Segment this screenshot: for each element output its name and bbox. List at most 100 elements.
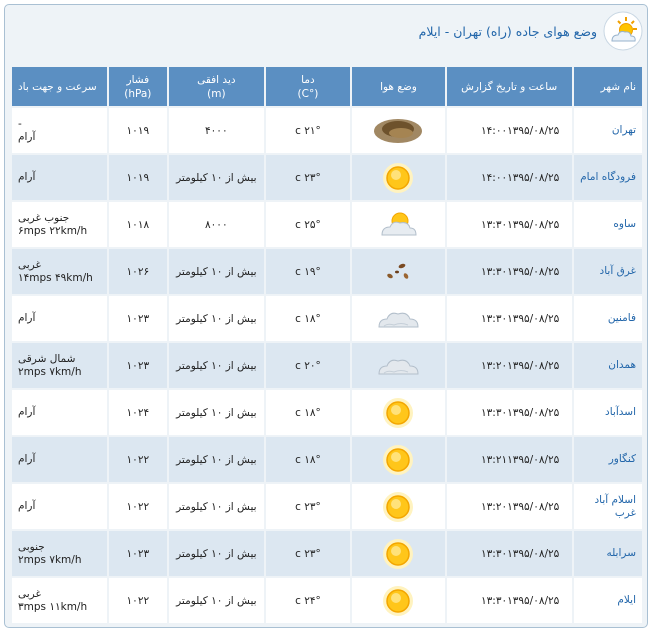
wind-speed: آرام xyxy=(18,500,36,512)
pressure: ۱۰۲۲ xyxy=(108,437,168,482)
report-date: ۱۳۹۵/۰۸/۲۵ xyxy=(507,171,560,184)
wind-info: آرام xyxy=(12,155,107,200)
page-title: وضع هوای جاده (راه) تهران - ایلام xyxy=(418,23,597,39)
weather-condition xyxy=(352,531,445,576)
city-link[interactable]: سرابله xyxy=(573,531,642,576)
visibility: بیش از ۱۰ کیلومتر xyxy=(169,155,264,200)
report-time: ۱۳:۲۰ xyxy=(481,500,508,513)
report-date: ۱۳۹۵/۰۸/۲۵ xyxy=(507,265,560,278)
pressure: ۱۰۱۹ xyxy=(108,155,168,200)
weather-condition xyxy=(352,578,445,623)
sun-icon xyxy=(355,393,442,433)
temperature: ۲۱° c xyxy=(265,108,351,153)
weather-condition xyxy=(352,249,445,294)
wind-speed: آرام xyxy=(18,406,36,418)
weather-condition xyxy=(352,484,445,529)
temperature: ۲۳° c xyxy=(265,484,351,529)
report-time: ۱۳:۲۱ xyxy=(481,453,508,466)
temperature: ۱۸° c xyxy=(265,296,351,341)
table-row: اسلام آباد غرب ۱۳:۲۰۱۳۹۵/۰۸/۲۵ ۲۳° c بیش… xyxy=(12,484,642,529)
column-header-visibility: دید افقی (m) xyxy=(169,67,264,106)
report-time: ۱۳:۳۰ xyxy=(481,312,508,325)
table-header-row: نام شهر ساعت و تاریخ گزارش وضع هوا دما (… xyxy=(12,67,642,106)
city-link[interactable]: کنگاور xyxy=(573,437,642,482)
city-link[interactable]: غرق آباد xyxy=(573,249,642,294)
table-row: ایلام ۱۳:۳۰۱۳۹۵/۰۸/۲۵ ۲۴° c بیش از ۱۰ کی… xyxy=(12,578,642,623)
report-date: ۱۳۹۵/۰۸/۲۵ xyxy=(507,594,560,607)
temperature: ۲۰° c xyxy=(265,343,351,388)
table-row: سرابله ۱۳:۳۰۱۳۹۵/۰۸/۲۵ ۲۳° c بیش از ۱۰ ک… xyxy=(12,531,642,576)
temperature: ۲۳° c xyxy=(265,531,351,576)
wind-speed: ۲mps ۷km/h xyxy=(18,553,82,566)
sun-cloud-icon xyxy=(603,11,643,51)
report-datetime: ۱۳:۳۰۱۳۹۵/۰۸/۲۵ xyxy=(446,390,572,435)
pressure: ۱۰۲۳ xyxy=(108,296,168,341)
report-time: ۱۳:۲۰ xyxy=(481,359,508,372)
column-header-pressure: فشار (hPa) xyxy=(108,67,168,106)
city-link[interactable]: ساوه xyxy=(573,202,642,247)
sun-icon xyxy=(355,534,442,574)
pressure: ۱۰۲۴ xyxy=(108,390,168,435)
table-row: ساوه ۱۳:۳۰۱۳۹۵/۰۸/۲۵ ۲۵° c ۸۰۰۰ ۱۰۱۸ جنو… xyxy=(12,202,642,247)
wind-direction: جنوبی xyxy=(18,540,45,553)
partly-cloudy-icon xyxy=(355,205,442,245)
temperature: ۱۸° c xyxy=(265,437,351,482)
report-date: ۱۳۹۵/۰۸/۲۵ xyxy=(507,312,560,325)
column-header-city: نام شهر xyxy=(573,67,642,106)
cloud-icon xyxy=(355,299,442,339)
pressure: ۱۰۲۳ xyxy=(108,531,168,576)
weather-condition xyxy=(352,296,445,341)
table-row: اسدآباد ۱۳:۳۰۱۳۹۵/۰۸/۲۵ ۱۸° c بیش از ۱۰ … xyxy=(12,390,642,435)
wind-info: آرام xyxy=(12,437,107,482)
table-row: غرق آباد ۱۳:۳۰۱۳۹۵/۰۸/۲۵ ۱۹° c بیش از ۱۰… xyxy=(12,249,642,294)
pressure: ۱۰۲۳ xyxy=(108,343,168,388)
report-time: ۱۳:۳۰ xyxy=(481,547,508,560)
column-header-temperature: دما (°C) xyxy=(265,67,351,106)
wind-direction: شمال شرقی xyxy=(18,352,76,365)
report-date: ۱۳۹۵/۰۸/۲۵ xyxy=(507,500,560,513)
city-link[interactable]: اسلام آباد غرب xyxy=(573,484,642,529)
report-date: ۱۳۹۵/۰۸/۲۵ xyxy=(507,218,560,231)
report-time: ۱۳:۳۰ xyxy=(481,406,508,419)
wind-direction: جنوب غربی xyxy=(18,211,70,224)
temperature: ۲۵° c xyxy=(265,202,351,247)
city-link[interactable]: اسدآباد xyxy=(573,390,642,435)
city-link[interactable]: تهران xyxy=(573,108,642,153)
report-date: ۱۳۹۵/۰۸/۲۵ xyxy=(507,406,560,419)
wind-info: - آرام xyxy=(12,108,107,153)
table-row: فرودگاه امام ۱۴:۰۰۱۳۹۵/۰۸/۲۵ ۲۳° c بیش ا… xyxy=(12,155,642,200)
leaves-icon xyxy=(355,252,442,292)
city-link[interactable]: فرودگاه امام xyxy=(573,155,642,200)
visibility: ۸۰۰۰ xyxy=(169,202,264,247)
report-datetime: ۱۳:۳۰۱۳۹۵/۰۸/۲۵ xyxy=(446,202,572,247)
pressure: ۱۰۲۲ xyxy=(108,484,168,529)
weather-condition xyxy=(352,437,445,482)
wind-info: آرام xyxy=(12,484,107,529)
wind-info: آرام xyxy=(12,296,107,341)
sun-icon xyxy=(355,581,442,621)
weather-table: نام شهر ساعت و تاریخ گزارش وضع هوا دما (… xyxy=(10,65,644,625)
report-date: ۱۳۹۵/۰۸/۲۵ xyxy=(507,547,560,560)
wind-info: غربی ۳mps ۱۱km/h xyxy=(12,578,107,623)
weather-panel: وضع هوای جاده (راه) تهران - ایلام نام شه… xyxy=(4,4,648,628)
wind-info: جنوب غربی ۶mps ۲۲km/h xyxy=(12,202,107,247)
wind-info: آرام xyxy=(12,390,107,435)
table-row: همدان ۱۳:۲۰۱۳۹۵/۰۸/۲۵ ۲۰° c بیش از ۱۰ کی… xyxy=(12,343,642,388)
visibility: بیش از ۱۰ کیلومتر xyxy=(169,437,264,482)
panel-header: وضع هوای جاده (راه) تهران - ایلام xyxy=(5,5,647,57)
report-date: ۱۳۹۵/۰۸/۲۵ xyxy=(507,453,560,466)
report-time: ۱۳:۳۰ xyxy=(481,265,508,278)
visibility: ۴۰۰۰ xyxy=(169,108,264,153)
table-body: تهران ۱۴:۰۰۱۳۹۵/۰۸/۲۵ ۲۱° c ۴۰۰۰ ۱۰۱۹ -آ… xyxy=(12,108,642,623)
report-time: ۱۴:۰۰ xyxy=(481,171,508,184)
city-link[interactable]: ایلام xyxy=(573,578,642,623)
pressure: ۱۰۱۹ xyxy=(108,108,168,153)
sun-icon xyxy=(355,158,442,198)
report-datetime: ۱۳:۲۱۱۳۹۵/۰۸/۲۵ xyxy=(446,437,572,482)
column-header-weather: وضع هوا xyxy=(352,67,445,106)
wind-direction: غربی xyxy=(18,587,41,600)
city-link[interactable]: فامنین xyxy=(573,296,642,341)
report-date: ۱۳۹۵/۰۸/۲۵ xyxy=(507,359,560,372)
city-link[interactable]: همدان xyxy=(573,343,642,388)
column-header-datetime: ساعت و تاریخ گزارش xyxy=(446,67,572,106)
